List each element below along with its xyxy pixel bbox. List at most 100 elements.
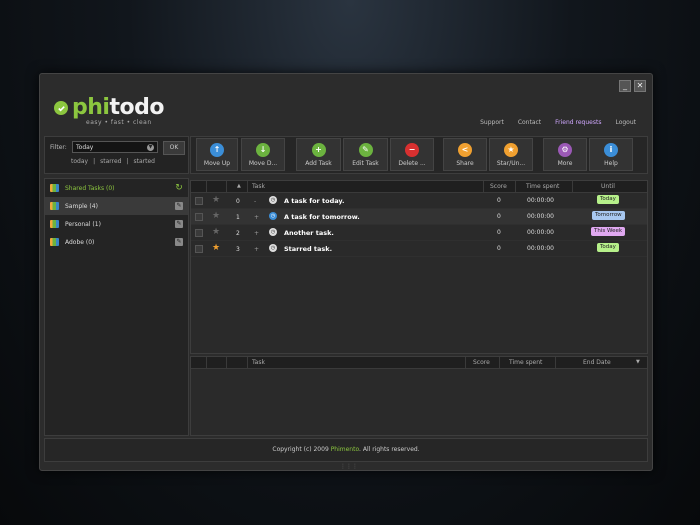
row-expander[interactable]: + [254,214,259,221]
quick-filter-starred[interactable]: starred [100,158,121,165]
row-expander[interactable]: + [254,230,259,237]
tagline: easy • fast • clean [86,119,152,126]
quick-filter-today[interactable]: today [71,158,88,165]
filter-select[interactable]: Today ▼ [72,141,158,153]
star-icon[interactable]: ★ [212,211,220,221]
column-header-end-date[interactable]: End Date [583,359,611,366]
column-header-task[interactable]: Task [252,359,265,366]
project-item-adobe[interactable]: Adobe (0) ✎ [45,233,188,251]
task-score: 0 [497,213,501,220]
arrow-down-icon: ↓ [256,142,270,157]
table-row[interactable]: ★ 1 + ◷ A task for tomorrow. 0 00:00:00 … [191,209,647,225]
project-label: Adobe (0) [65,238,95,246]
toolbar-label: Share [456,159,474,167]
link-support[interactable]: Support [480,119,504,126]
row-checkbox[interactable] [195,229,203,237]
move-up-button[interactable]: ↑ Move Up [196,138,238,171]
column-header-score[interactable]: Score [490,183,507,190]
quick-filter-separator: | [126,158,129,165]
subtask-grid-header: Task Score Time spent End Date ▼ [191,357,647,369]
clock-icon[interactable]: ◷ [269,228,277,236]
column-header-time-spent[interactable]: Time spent [509,359,542,366]
row-checkbox[interactable] [195,213,203,221]
minus-icon: − [405,142,419,157]
column-header-until[interactable]: Until [601,183,615,190]
window-controls: _ ✕ [619,80,646,92]
toolbar-label: Move D... [248,159,278,167]
quick-filter-started[interactable]: started [133,158,154,165]
share-button[interactable]: < Share [443,138,487,171]
folder-icon [50,238,59,246]
resize-grip-icon[interactable]: ⋮⋮⋮ [340,463,358,470]
sort-asc-icon[interactable]: ▲ [237,183,241,189]
column-header-task[interactable]: Task [252,183,265,190]
star-icon[interactable]: ★ [212,227,220,237]
arrow-up-icon: ↑ [210,142,224,157]
column-header-time-spent[interactable]: Time spent [526,183,559,190]
plus-icon: + [311,142,326,157]
task-title: A task for tomorrow. [284,213,360,221]
refresh-icon[interactable]: ↻ [175,184,183,193]
delete-task-button[interactable]: − Delete ... [390,138,434,171]
project-item-personal[interactable]: Personal (1) ✎ [45,215,188,233]
table-row[interactable]: ★ 3 + ◷ Starred task. 0 00:00:00 Today [191,241,647,257]
task-score: 0 [497,197,501,204]
toolbar-label: Add Task [305,159,332,167]
link-contact[interactable]: Contact [518,119,541,126]
help-button[interactable]: i Help [589,138,633,171]
chevron-down-icon: ▼ [147,144,154,151]
add-task-button[interactable]: + Add Task [296,138,341,171]
close-button[interactable]: ✕ [634,80,646,92]
task-time-spent: 00:00:00 [527,229,554,236]
until-badge: Today [597,243,619,252]
task-grid-header: ▲ Task Score Time spent Until [191,181,647,193]
project-label: Shared Tasks (0) [65,184,115,192]
filter-ok-button[interactable]: OK [163,141,185,155]
link-logout[interactable]: Logout [615,119,636,126]
edit-task-button[interactable]: ✎ Edit Task [343,138,388,171]
until-badge: This Week [591,227,626,236]
subtask-grid: Task Score Time spent End Date ▼ [190,356,648,436]
copyright-suffix: . All rights reserved. [359,446,420,453]
star-icon[interactable]: ★ [212,195,220,205]
edit-icon[interactable]: ✎ [175,202,183,210]
table-row[interactable]: ★ 2 + ◷ Another task. 0 00:00:00 This We… [191,225,647,241]
table-row[interactable]: ★ 0 - ◷ A task for today. 0 00:00:00 Tod… [191,193,647,209]
toolbar-label: Edit Task [352,159,379,167]
more-button[interactable]: ⚙ More [543,138,587,171]
link-friend-requests[interactable]: Friend requests [555,119,601,126]
star-unstar-button[interactable]: ★ Star/Un... [489,138,533,171]
row-expander[interactable]: + [254,246,259,253]
chevron-down-icon[interactable]: ▼ [636,359,640,365]
pencil-icon: ✎ [358,142,373,157]
row-index: 3 [236,246,240,253]
task-score: 0 [497,229,501,236]
project-item-sample[interactable]: Sample (4) ✎ [45,197,188,215]
footer-brand-link[interactable]: Phimento [331,446,359,453]
task-title: Another task. [284,229,334,237]
edit-icon[interactable]: ✎ [175,220,183,228]
toolbar-label: Star/Un... [496,159,526,167]
clock-icon[interactable]: ◷ [269,244,277,252]
row-checkbox[interactable] [195,197,203,205]
folder-icon [50,220,59,228]
edit-icon[interactable]: ✎ [175,238,183,246]
folder-icon [50,202,59,210]
toolbar-label: Move Up [203,159,231,167]
project-item-shared-tasks[interactable]: Shared Tasks (0) ↻ [45,179,188,197]
row-expander[interactable]: - [254,198,256,205]
clock-icon[interactable]: ◷ [269,212,277,220]
row-checkbox[interactable] [195,245,203,253]
move-down-button[interactable]: ↓ Move D... [241,138,285,171]
task-grid: ▲ Task Score Time spent Until ★ 0 - ◷ A … [190,180,648,354]
column-header-score[interactable]: Score [473,359,490,366]
star-icon[interactable]: ★ [212,243,220,253]
logo: phitodo [54,97,164,119]
clock-icon[interactable]: ◷ [269,196,277,204]
task-time-spent: 00:00:00 [527,245,554,252]
row-index: 2 [236,230,240,237]
quick-filter-separator: | [93,158,96,165]
task-title: A task for today. [284,197,345,205]
minimize-button[interactable]: _ [619,80,631,92]
filter-panel: Filter: Today ▼ OK today | starred | sta… [44,136,189,174]
